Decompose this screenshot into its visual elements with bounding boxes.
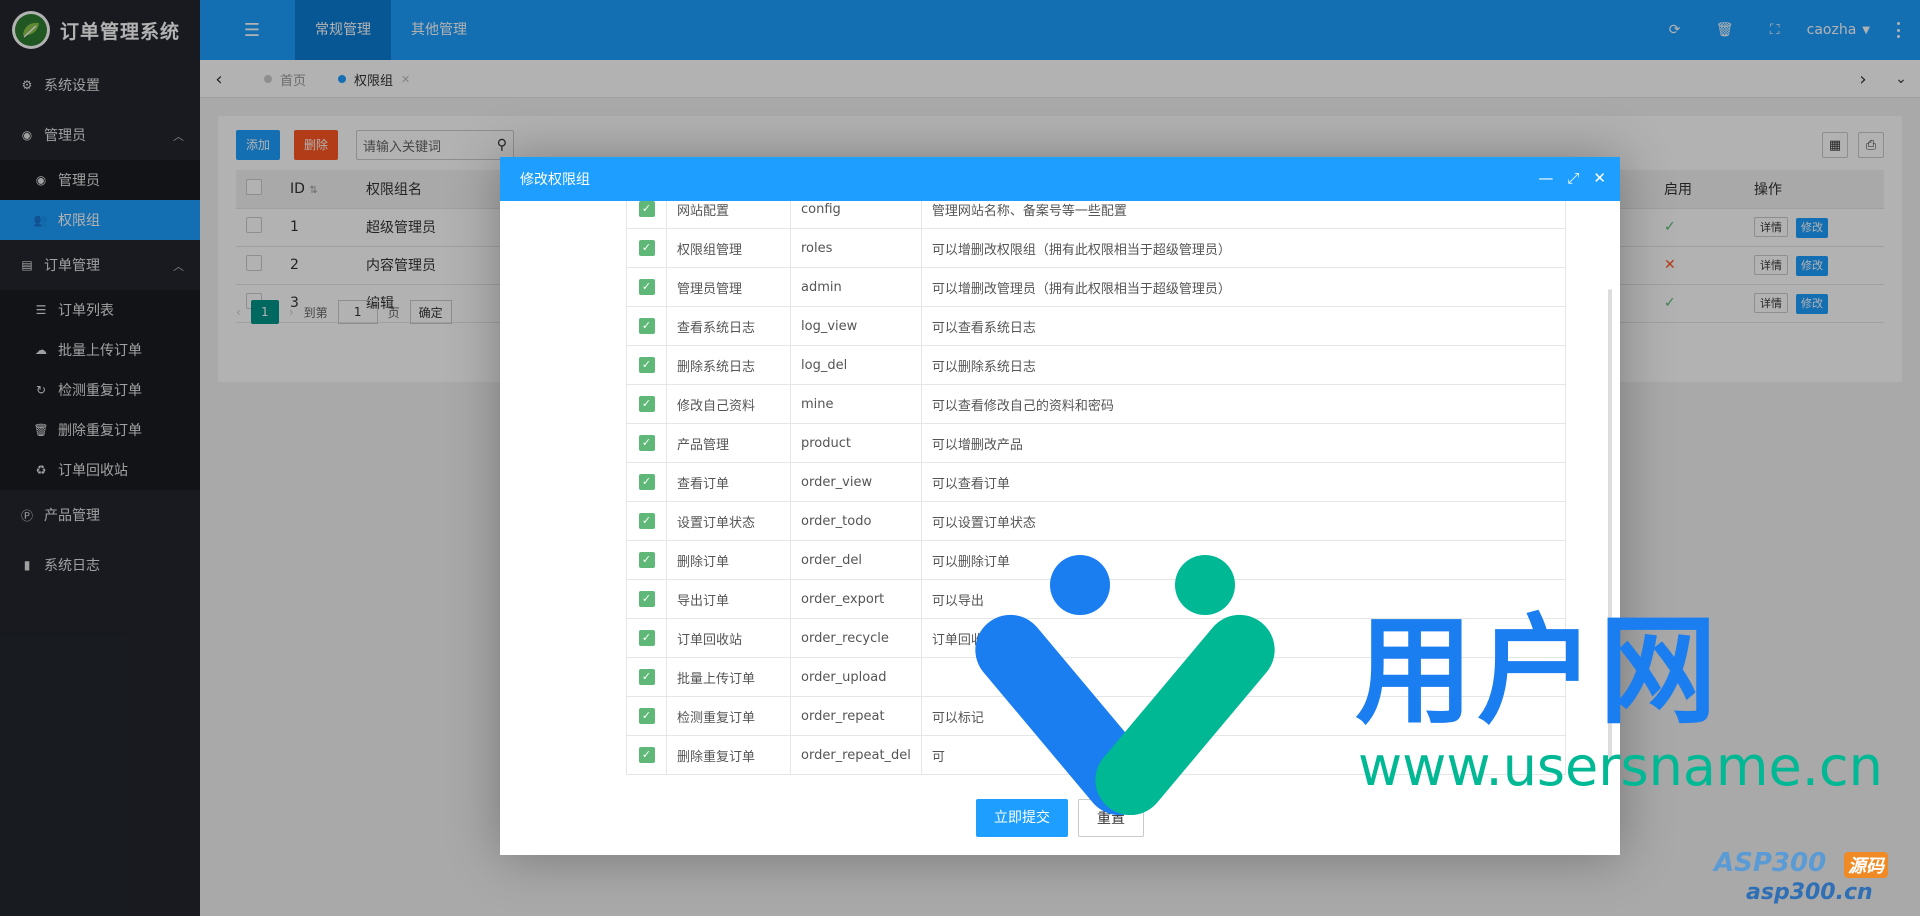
- permission-code: admin: [790, 267, 922, 307]
- asp300-badge: 源码: [1844, 852, 1888, 878]
- asp300-url: asp300.cn: [1746, 880, 1873, 905]
- modal-header: 修改权限组 — ⤢ ✕: [500, 157, 1620, 201]
- permission-desc: 可以增删改产品: [920, 423, 1567, 463]
- permission-checkbox[interactable]: ✓: [638, 630, 655, 646]
- permission-check-cell[interactable]: ✓: [626, 345, 667, 385]
- permission-name: 批量上传订单: [666, 657, 791, 697]
- permission-desc: 可以删除系统日志: [920, 345, 1567, 385]
- watermark-x-logo-icon: [975, 555, 1275, 815]
- permission-checkbox[interactable]: ✓: [638, 201, 655, 217]
- permission-checkbox[interactable]: ✓: [638, 474, 655, 490]
- close-icon[interactable]: ✕: [1593, 169, 1606, 187]
- permission-code: config: [790, 201, 922, 229]
- permission-name: 设置订单状态: [666, 501, 791, 541]
- permission-code: roles: [790, 228, 922, 268]
- permission-desc: 可以增删改管理员（拥有此权限相当于超级管理员）: [920, 267, 1567, 307]
- permission-code: log_view: [790, 306, 922, 346]
- permission-desc: 可以设置订单状态: [920, 501, 1567, 541]
- permission-name: 网站配置: [666, 201, 791, 229]
- permission-desc: 可以查看订单: [920, 462, 1567, 502]
- permission-name: 产品管理: [666, 423, 791, 463]
- permission-check-cell[interactable]: ✓: [626, 228, 667, 268]
- permission-name: 导出订单: [666, 579, 791, 619]
- permission-desc: 管理网站名称、备案号等一些配置: [920, 201, 1567, 229]
- permission-name: 查看订单: [666, 462, 791, 502]
- permission-code: order_repeat: [790, 696, 922, 736]
- permission-checkbox[interactable]: ✓: [638, 669, 655, 685]
- permission-checkbox[interactable]: ✓: [638, 318, 655, 334]
- permission-code: order_del: [790, 540, 922, 580]
- permission-code: mine: [790, 384, 922, 424]
- permission-checkbox[interactable]: ✓: [638, 591, 655, 607]
- permission-code: order_recycle: [790, 618, 922, 658]
- permission-name: 删除订单: [666, 540, 791, 580]
- permission-name: 管理员管理: [666, 267, 791, 307]
- permission-desc: 可以查看系统日志: [920, 306, 1567, 346]
- permission-checkbox[interactable]: ✓: [638, 396, 655, 412]
- permission-checkbox[interactable]: ✓: [638, 552, 655, 568]
- permission-name: 检测重复订单: [666, 696, 791, 736]
- permission-check-cell[interactable]: ✓: [626, 501, 667, 541]
- permission-checkbox[interactable]: ✓: [638, 747, 655, 763]
- permission-code: order_todo: [790, 501, 922, 541]
- permission-check-cell[interactable]: ✓: [626, 201, 667, 229]
- permission-desc: 可以增删改权限组（拥有此权限相当于超级管理员）: [920, 228, 1567, 268]
- permission-name: 删除重复订单: [666, 735, 791, 775]
- permission-checkbox[interactable]: ✓: [638, 513, 655, 529]
- permission-desc: 可以查看修改自己的资料和密码: [920, 384, 1567, 424]
- permission-name: 删除系统日志: [666, 345, 791, 385]
- permission-checkbox[interactable]: ✓: [638, 279, 655, 295]
- permission-code: product: [790, 423, 922, 463]
- permission-check-cell[interactable]: ✓: [626, 696, 667, 736]
- modal-controls: — ⤢ ✕: [1538, 169, 1606, 187]
- watermark-brand: 用户网 www.usersname.cn: [960, 555, 1920, 815]
- permission-check-cell[interactable]: ✓: [626, 423, 667, 463]
- permission-check-cell[interactable]: ✓: [626, 462, 667, 502]
- permission-check-cell[interactable]: ✓: [626, 384, 667, 424]
- permission-name: 查看系统日志: [666, 306, 791, 346]
- permission-row: ✓ 修改自己资料 mine 可以查看修改自己的资料和密码: [626, 384, 1567, 424]
- watermark-brand-text: 用户网: [1355, 602, 1722, 740]
- permission-row: ✓ 网站配置 config 管理网站名称、备案号等一些配置: [626, 201, 1567, 229]
- asp300-logo: ASP300 源码 asp300.cn: [1714, 848, 1914, 908]
- permission-check-cell[interactable]: ✓: [626, 618, 667, 658]
- permission-checkbox[interactable]: ✓: [638, 357, 655, 373]
- permission-row: ✓ 权限组管理 roles 可以增删改权限组（拥有此权限相当于超级管理员）: [626, 228, 1567, 268]
- permission-row: ✓ 设置订单状态 order_todo 可以设置订单状态: [626, 501, 1567, 541]
- permission-check-cell[interactable]: ✓: [626, 540, 667, 580]
- watermark-url: www.usersname.cn: [1358, 735, 1883, 798]
- permission-checkbox[interactable]: ✓: [638, 708, 655, 724]
- permission-row: ✓ 产品管理 product 可以增删改产品: [626, 423, 1567, 463]
- permission-check-cell[interactable]: ✓: [626, 267, 667, 307]
- permission-checkbox[interactable]: ✓: [638, 435, 655, 451]
- permission-check-cell[interactable]: ✓: [626, 306, 667, 346]
- permission-row: ✓ 查看订单 order_view 可以查看订单: [626, 462, 1567, 502]
- permission-row: ✓ 删除系统日志 log_del 可以删除系统日志: [626, 345, 1567, 385]
- permission-row: ✓ 管理员管理 admin 可以增删改管理员（拥有此权限相当于超级管理员）: [626, 267, 1567, 307]
- minimize-icon[interactable]: —: [1538, 169, 1553, 187]
- permission-name: 订单回收站: [666, 618, 791, 658]
- asp300-text: ASP300: [1714, 848, 1827, 878]
- modal-title: 修改权限组: [520, 172, 590, 188]
- permission-code: order_repeat_del: [790, 735, 922, 775]
- permission-name: 修改自己资料: [666, 384, 791, 424]
- permission-code: order_upload: [790, 657, 922, 697]
- permission-check-cell[interactable]: ✓: [626, 579, 667, 619]
- maximize-icon[interactable]: ⤢: [1567, 169, 1579, 187]
- permission-check-cell[interactable]: ✓: [626, 657, 667, 697]
- permission-code: log_del: [790, 345, 922, 385]
- permission-check-cell[interactable]: ✓: [626, 735, 667, 775]
- permission-name: 权限组管理: [666, 228, 791, 268]
- permission-row: ✓ 查看系统日志 log_view 可以查看系统日志: [626, 306, 1567, 346]
- permission-checkbox[interactable]: ✓: [638, 240, 655, 256]
- permission-code: order_view: [790, 462, 922, 502]
- permission-code: order_export: [790, 579, 922, 619]
